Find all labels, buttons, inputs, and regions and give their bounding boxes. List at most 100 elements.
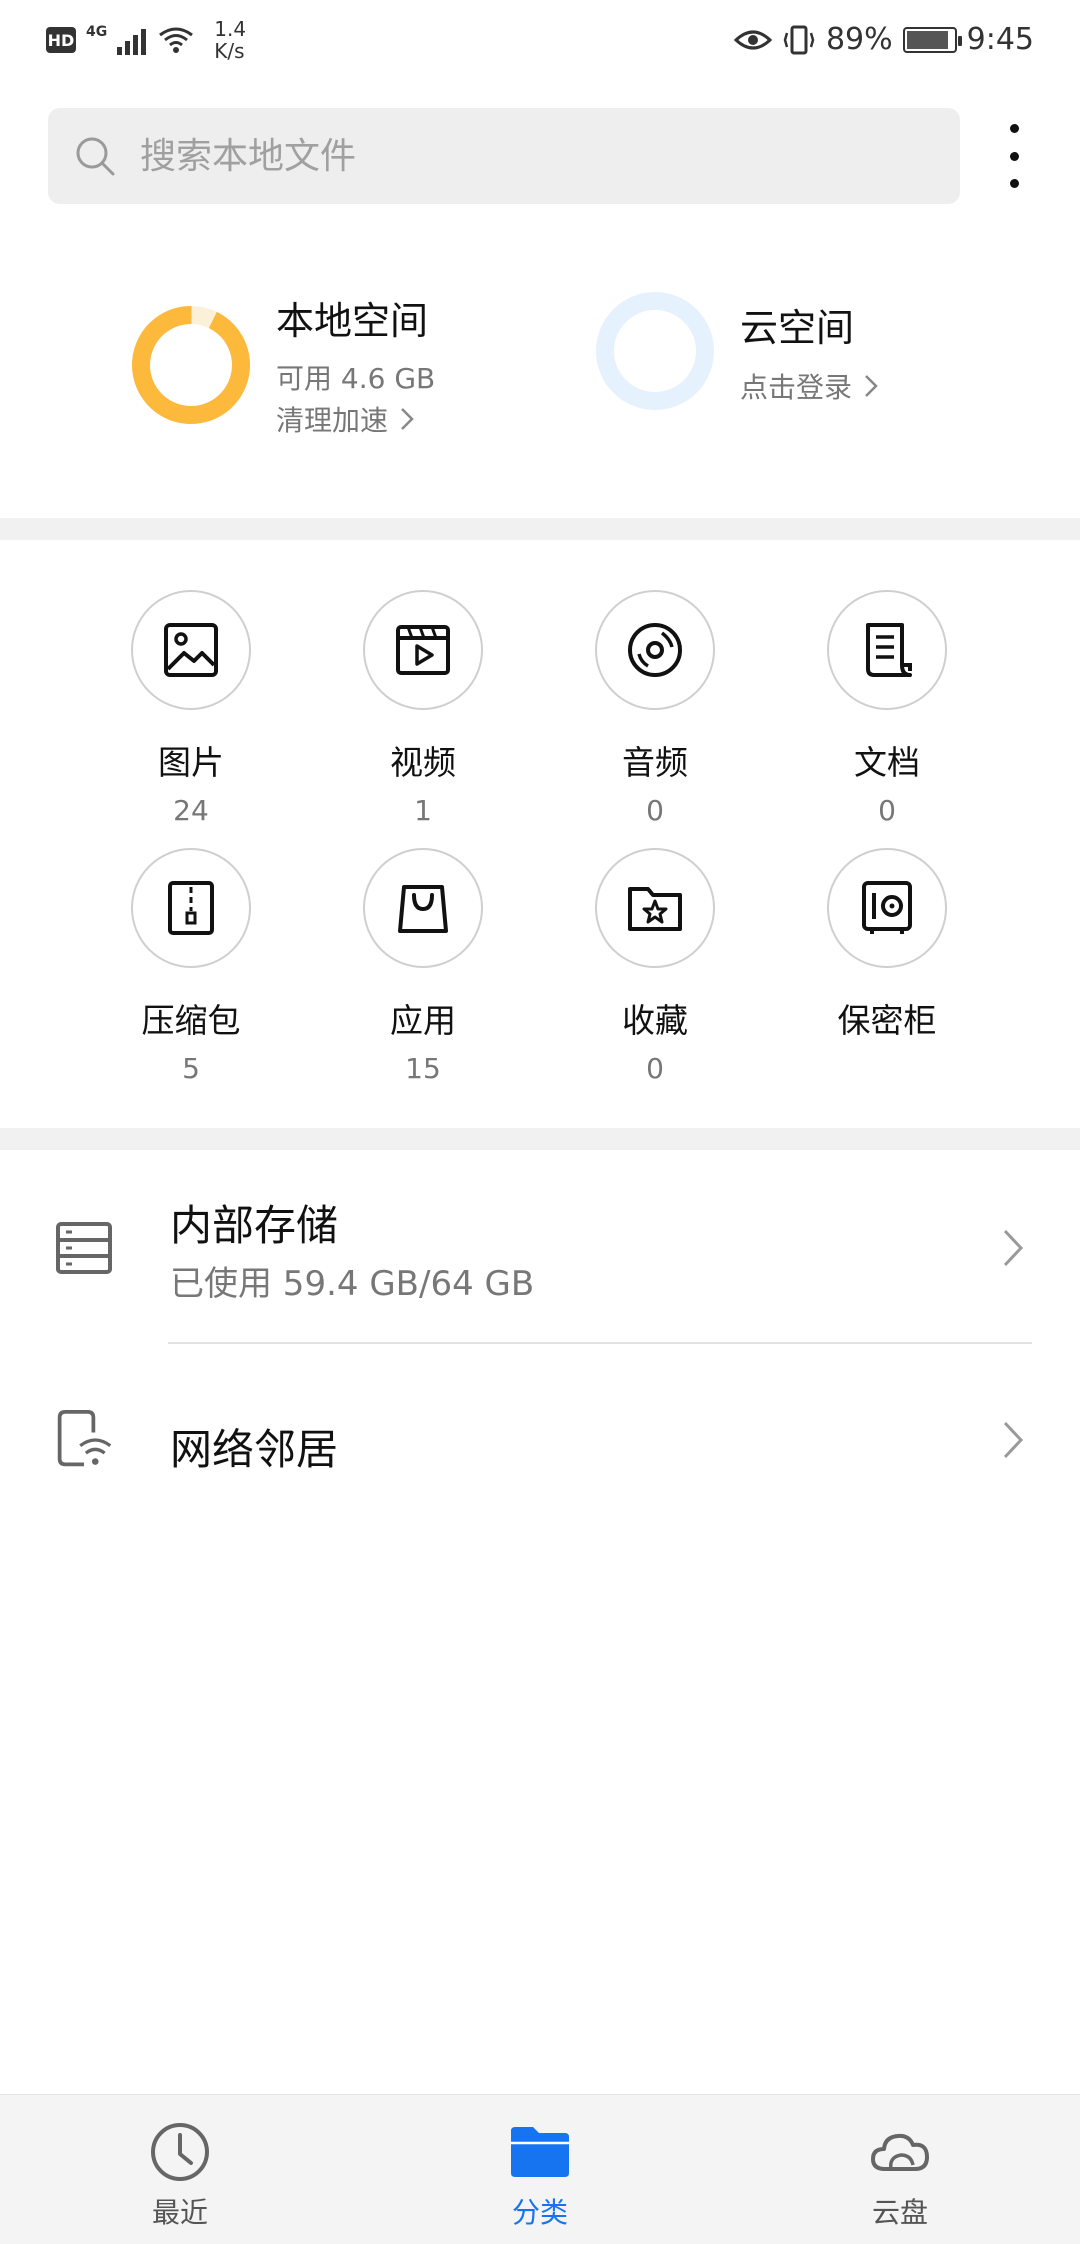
clock-time: 9:45 xyxy=(966,22,1034,57)
cloud-login-label: 点击登录 xyxy=(740,370,853,404)
nav-label: 最近 xyxy=(151,2196,208,2229)
chevron-right-icon xyxy=(1003,1421,1024,1459)
archive-icon xyxy=(168,881,214,935)
net-speed: 1.4 K/s xyxy=(214,18,246,62)
cloud-space-title: 云空间 xyxy=(740,305,855,350)
battery-icon xyxy=(902,26,962,53)
category-count: 0 xyxy=(646,1052,664,1085)
clock-icon xyxy=(151,2123,209,2181)
category-safe[interactable]: 保密柜 xyxy=(787,848,987,1052)
storage-summary: 本地空间 可用 4.6 GB 清理加速 云空间 点击登录 xyxy=(0,290,1080,440)
more-dot-icon xyxy=(1009,151,1019,161)
nav-categories[interactable]: 分类 xyxy=(440,2095,640,2244)
local-space-text: 本地空间 可用 4.6 GB 清理加速 xyxy=(276,290,435,439)
nav-label: 分类 xyxy=(511,2196,568,2229)
cloud-space-ring xyxy=(596,292,714,410)
status-bar-left: HD 4G 1.4 K/s xyxy=(46,18,246,62)
status-bar: HD 4G 1.4 K/s 89% 9:45 xyxy=(0,0,1080,86)
signal-icon xyxy=(117,25,147,55)
category-label: 视频 xyxy=(390,743,456,782)
network-neighbors-title: 网络邻居 xyxy=(170,1425,339,1474)
category-icon-circle xyxy=(595,590,715,710)
category-count: 0 xyxy=(646,794,664,827)
vibrate-icon xyxy=(783,25,815,54)
category-count: 15 xyxy=(405,1052,441,1085)
local-space-title: 本地空间 xyxy=(276,299,429,343)
local-space-card[interactable]: 本地空间 可用 4.6 GB 清理加速 xyxy=(130,290,435,439)
cloud-login-link[interactable]: 点击登录 xyxy=(740,366,878,406)
nav-label: 云盘 xyxy=(871,2196,928,2229)
category-icon-circle xyxy=(363,590,483,710)
status-bar-right: 89% 9:45 xyxy=(733,22,1034,57)
net-speed-unit: K/s xyxy=(214,39,245,63)
section-divider xyxy=(0,518,1080,540)
category-count: 0 xyxy=(878,794,896,827)
network-device-icon xyxy=(57,1410,112,1467)
cleanup-label: 清理加速 xyxy=(276,404,389,437)
category-label: 应用 xyxy=(390,1001,456,1040)
more-options-button[interactable] xyxy=(1000,124,1028,188)
battery-fill xyxy=(906,30,948,49)
category-icon-circle xyxy=(131,590,251,710)
cloud-space-card[interactable]: 云空间 点击登录 xyxy=(594,290,878,412)
nav-cloud[interactable]: 云盘 xyxy=(800,2095,1000,2244)
audio-icon xyxy=(628,623,682,677)
bottom-navigation: 最近 分类 云盘 xyxy=(0,2094,1080,2244)
category-favorites[interactable]: 收藏 0 xyxy=(555,848,755,1085)
category-icon-circle xyxy=(595,848,715,968)
internal-storage-title: 内部存储 xyxy=(170,1201,339,1250)
category-documents[interactable]: 文档 0 xyxy=(787,590,987,827)
category-icon-circle xyxy=(827,848,947,968)
internal-storage-usage: 已使用 59.4 GB/64 GB xyxy=(170,1264,535,1304)
category-videos[interactable]: 视频 1 xyxy=(323,590,523,827)
cloud-icon xyxy=(871,2133,929,2171)
file-manager-page: HD 4G 1.4 K/s 89% 9:45 搜索本地文件 本地空间 可用 4.… xyxy=(0,0,1080,2244)
category-label: 图片 xyxy=(158,743,224,782)
category-icon-circle xyxy=(131,848,251,968)
search-bar[interactable] xyxy=(48,108,960,204)
chevron-right-icon xyxy=(1003,1229,1024,1267)
nav-recent[interactable]: 最近 xyxy=(80,2095,280,2244)
battery-percent: 89% xyxy=(825,22,893,57)
wifi-icon xyxy=(159,27,194,53)
category-icon-circle xyxy=(363,848,483,968)
category-label: 音频 xyxy=(622,743,688,782)
document-icon xyxy=(866,623,912,677)
safe-icon xyxy=(862,881,912,934)
chevron-right-icon xyxy=(401,408,414,430)
category-label: 压缩包 xyxy=(141,1001,241,1040)
local-space-available: 可用 4.6 GB xyxy=(276,362,436,395)
section-divider xyxy=(0,1128,1080,1150)
video-icon xyxy=(396,625,450,675)
search-input[interactable] xyxy=(140,135,920,177)
chevron-right-icon xyxy=(865,374,878,397)
category-count: 1 xyxy=(414,794,432,827)
cloud-space-text: 云空间 点击登录 xyxy=(740,297,878,406)
category-count: 24 xyxy=(173,794,209,827)
more-dot-icon xyxy=(1009,124,1019,133)
app-bag-icon xyxy=(398,885,448,933)
internal-storage-item[interactable]: 内部存储 已使用 59.4 GB/64 GB xyxy=(0,1152,1080,1342)
category-audio[interactable]: 音频 0 xyxy=(555,590,755,827)
folder-icon xyxy=(511,2127,569,2177)
category-images[interactable]: 图片 24 xyxy=(91,590,291,827)
category-label: 保密柜 xyxy=(837,1001,937,1040)
category-icon-circle xyxy=(827,590,947,710)
network-type: 4G xyxy=(86,24,108,40)
search-icon xyxy=(76,137,115,176)
local-space-ring xyxy=(132,305,250,424)
more-dot-icon xyxy=(1009,179,1019,188)
image-icon xyxy=(164,623,218,677)
hd-badge: HD xyxy=(46,27,76,53)
category-label: 文档 xyxy=(854,743,920,782)
net-speed-value: 1.4 xyxy=(214,17,247,41)
category-count: 5 xyxy=(182,1052,200,1085)
storage-icon xyxy=(56,1222,112,1274)
category-apps[interactable]: 应用 15 xyxy=(323,848,523,1085)
cleanup-link[interactable]: 清理加速 xyxy=(276,399,435,439)
eye-icon xyxy=(733,30,772,49)
category-label: 收藏 xyxy=(622,1001,688,1040)
category-archives[interactable]: 压缩包 5 xyxy=(91,848,291,1085)
favorite-folder-icon xyxy=(628,887,682,931)
network-neighbors-item[interactable]: 网络邻居 xyxy=(0,1344,1080,1540)
